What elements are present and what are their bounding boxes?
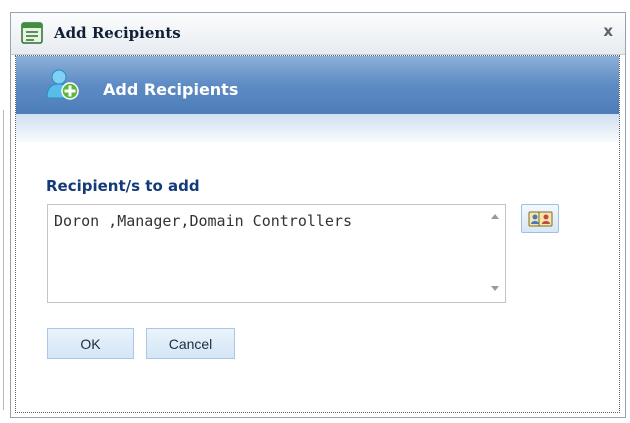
- scroll-up-icon[interactable]: [491, 214, 499, 219]
- banner-title: Add Recipients: [103, 80, 239, 99]
- dialog-title: Add Recipients: [54, 24, 181, 42]
- user-add-icon: [46, 68, 80, 102]
- scroll-down-icon[interactable]: [491, 286, 499, 291]
- recipients-input[interactable]: Doron ,Manager,Domain Controllers: [47, 204, 506, 303]
- header-banner: Add Recipients: [16, 56, 619, 114]
- form-window-icon: [21, 22, 43, 44]
- add-recipients-dialog: Add Recipients x Add Recipients Recipien…: [10, 12, 626, 418]
- address-book-button[interactable]: [521, 204, 559, 233]
- dialog-content-frame: Add Recipients Recipient/s to add Doron …: [15, 55, 620, 413]
- background-window-edge: [0, 0, 8, 423]
- recipients-scrollbar[interactable]: [487, 205, 505, 302]
- recipients-label: Recipient/s to add: [46, 177, 200, 195]
- banner-gradient: [16, 114, 619, 142]
- recipients-value: Doron ,Manager,Domain Controllers: [54, 212, 353, 230]
- ok-button[interactable]: OK: [47, 328, 134, 359]
- dialog-titlebar[interactable]: Add Recipients x: [11, 13, 625, 55]
- address-book-icon: [528, 211, 553, 227]
- cancel-button[interactable]: Cancel: [146, 328, 235, 359]
- close-button[interactable]: x: [603, 22, 613, 40]
